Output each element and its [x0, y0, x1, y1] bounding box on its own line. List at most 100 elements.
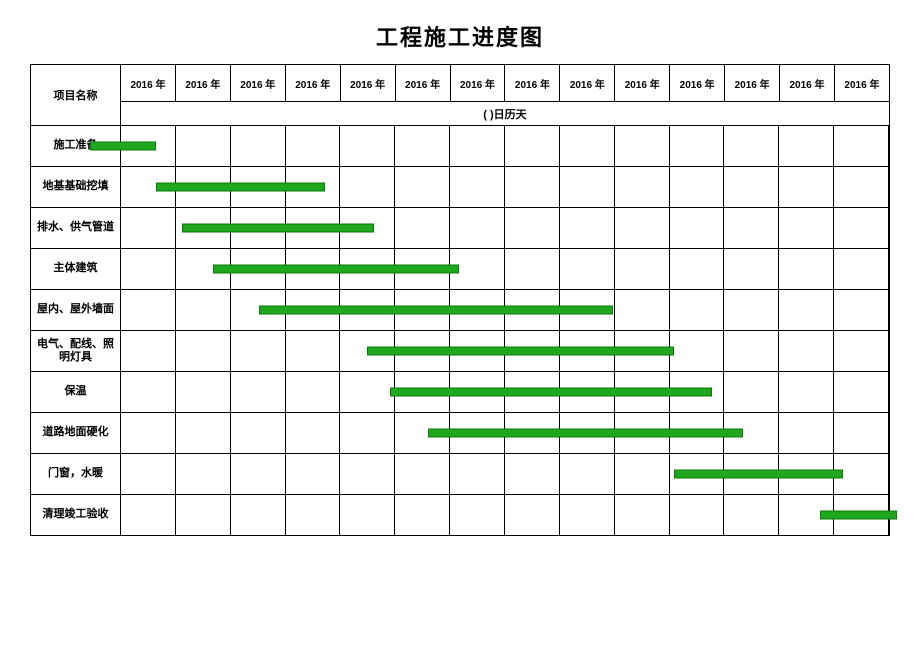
- grid-cell: [724, 372, 779, 412]
- grid-cell: [395, 454, 450, 494]
- gantt-bar: [390, 388, 713, 397]
- grid-cell: [121, 249, 176, 289]
- grid-cell: [670, 331, 725, 371]
- grid-cell: [231, 454, 286, 494]
- grid-cell: [395, 167, 450, 207]
- grid-cell: [724, 290, 779, 330]
- grid-cell: [560, 167, 615, 207]
- grid-cell: [834, 208, 889, 248]
- grid-cell: [724, 249, 779, 289]
- grid-cell: [834, 126, 889, 166]
- task-label: 清理竣工验收: [31, 495, 121, 535]
- grid-cell: [340, 167, 395, 207]
- grid-cell: [176, 372, 231, 412]
- year-header-cell: 2016 年: [396, 65, 451, 101]
- grid-cell: [505, 208, 560, 248]
- grid-cell: [670, 290, 725, 330]
- grid-cell: [231, 372, 286, 412]
- grid-cell: [779, 167, 834, 207]
- grid-cell: [505, 249, 560, 289]
- grid-cell: [121, 495, 176, 535]
- grid-cell: [286, 372, 341, 412]
- grid-cell: [724, 126, 779, 166]
- task-grid: [121, 167, 889, 207]
- task-label: 主体建筑: [31, 249, 121, 289]
- grid-cell: [176, 495, 231, 535]
- grid-cell: [286, 331, 341, 371]
- grid-cell: [395, 126, 450, 166]
- year-header-cell: 2016 年: [725, 65, 780, 101]
- grid-cell: [834, 331, 889, 371]
- grid-cell: [560, 454, 615, 494]
- grid-cell: [121, 208, 176, 248]
- grid-cell: [505, 167, 560, 207]
- task-label: 排水、供气管道: [31, 208, 121, 248]
- grid-cell: [615, 454, 670, 494]
- task-grid: [121, 331, 889, 371]
- grid-cell: [724, 495, 779, 535]
- grid-cell: [176, 331, 231, 371]
- grid-cell: [724, 331, 779, 371]
- grid-cell: [286, 454, 341, 494]
- grid-cell: [231, 413, 286, 453]
- task-grid: [121, 454, 889, 494]
- gantt-bar: [674, 470, 843, 479]
- grid-cell: [395, 495, 450, 535]
- grid-cell: [176, 454, 231, 494]
- task-label: 地基基础挖填: [31, 167, 121, 207]
- task-row: 屋内、屋外墙面: [31, 289, 889, 330]
- grid-cell: [340, 372, 395, 412]
- task-label: 屋内、屋外墙面: [31, 290, 121, 330]
- grid-cell: [834, 249, 889, 289]
- grid-cell: [231, 126, 286, 166]
- gantt-bar: [259, 306, 612, 315]
- task-grid: [121, 495, 889, 535]
- task-row: 地基基础挖填: [31, 166, 889, 207]
- gantt-bar: [182, 224, 374, 233]
- task-row: 主体建筑: [31, 248, 889, 289]
- grid-cell: [560, 208, 615, 248]
- grid-cell: [176, 413, 231, 453]
- grid-cell: [779, 249, 834, 289]
- grid-cell: [450, 495, 505, 535]
- grid-cell: [724, 208, 779, 248]
- task-grid: [121, 249, 889, 289]
- gantt-body: 施工准备地基基础挖填排水、供气管道主体建筑屋内、屋外墙面电气、配线、照明灯具保温…: [31, 125, 889, 535]
- grid-cell: [340, 126, 395, 166]
- year-header-cell: 2016 年: [176, 65, 231, 101]
- year-header-cell: 2016 年: [286, 65, 341, 101]
- sub-header-row: ( )日历天: [121, 101, 889, 125]
- grid-cell: [121, 290, 176, 330]
- grid-cell: [450, 167, 505, 207]
- grid-cell: [779, 372, 834, 412]
- year-header-cell: 2016 年: [341, 65, 396, 101]
- task-grid: [121, 126, 889, 166]
- year-header-cell: 2016 年: [780, 65, 835, 101]
- grid-cell: [286, 126, 341, 166]
- grid-cell: [834, 372, 889, 412]
- grid-cell: [615, 167, 670, 207]
- grid-cell: [176, 126, 231, 166]
- year-header-cell: 2016 年: [615, 65, 670, 101]
- grid-cell: [231, 331, 286, 371]
- gantt-bar: [428, 429, 743, 438]
- grid-cell: [121, 454, 176, 494]
- task-row: 门窗，水暖: [31, 453, 889, 494]
- year-header-cell: 2016 年: [560, 65, 615, 101]
- grid-cell: [615, 249, 670, 289]
- grid-cell: [670, 126, 725, 166]
- grid-cell: [560, 126, 615, 166]
- grid-cell: [231, 495, 286, 535]
- task-label: 电气、配线、照明灯具: [31, 331, 121, 371]
- gantt-chart: 项目名称 2016 年2016 年2016 年2016 年2016 年2016 …: [30, 64, 890, 536]
- grid-cell: [834, 290, 889, 330]
- task-row: 保温: [31, 371, 889, 412]
- grid-cell: [286, 413, 341, 453]
- gantt-bar: [156, 183, 325, 192]
- year-header-cell: 2016 年: [670, 65, 725, 101]
- grid-cell: [340, 413, 395, 453]
- task-label: 保温: [31, 372, 121, 412]
- grid-cell: [176, 290, 231, 330]
- grid-cell: [340, 454, 395, 494]
- year-header-cell: 2016 年: [451, 65, 506, 101]
